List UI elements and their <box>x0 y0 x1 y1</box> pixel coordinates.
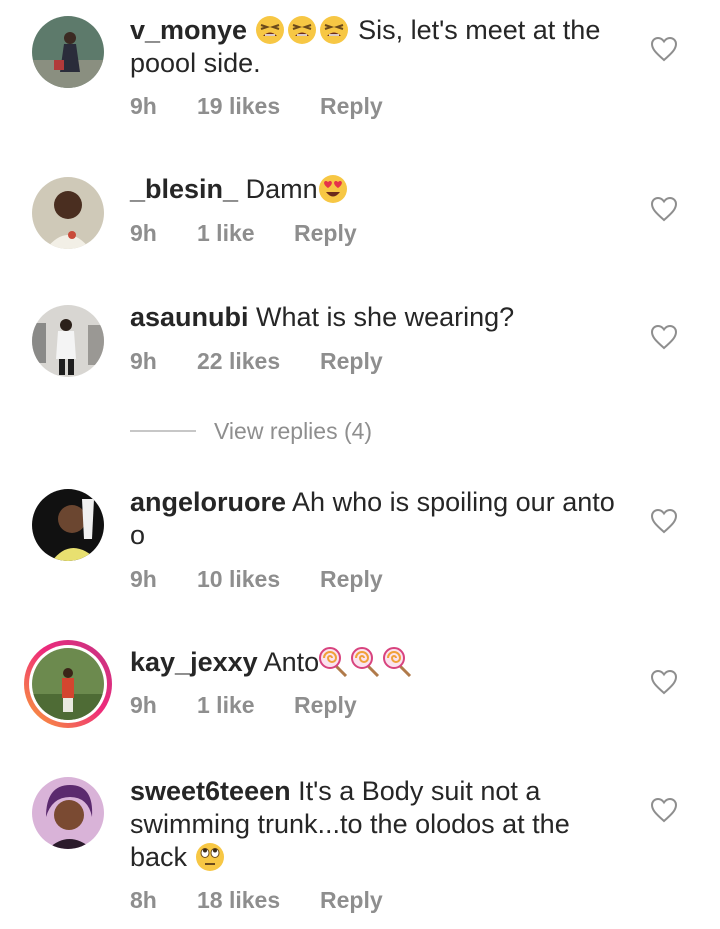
reply-button[interactable]: Reply <box>320 885 383 915</box>
heart-outline-icon[interactable] <box>650 196 678 222</box>
reply-button[interactable]: Reply <box>320 91 383 121</box>
timestamp: 9h <box>130 348 157 374</box>
likes-count[interactable]: 1 like <box>197 218 255 248</box>
likes-count[interactable]: 1 like <box>197 690 255 720</box>
avatar[interactable] <box>32 16 104 88</box>
heart-eyes-emoji <box>318 174 348 204</box>
divider <box>130 430 196 432</box>
likes-count[interactable]: 22 likes <box>197 346 280 376</box>
username[interactable]: v_monye <box>130 15 247 45</box>
heart-outline-icon[interactable] <box>650 36 678 62</box>
reply-button[interactable]: Reply <box>294 690 357 720</box>
likes-count[interactable]: 10 likes <box>197 564 280 594</box>
tired-face-emoji <box>287 15 317 45</box>
comment-body: Anto <box>257 647 320 677</box>
avatar[interactable] <box>32 305 104 377</box>
heart-outline-icon[interactable] <box>650 669 678 695</box>
avatar[interactable] <box>32 777 104 849</box>
comment-text: angeloruore Ah who is spoiling our anto … <box>130 486 630 552</box>
comment-text: sweet6teeen It's a Body suit not a swimm… <box>130 775 630 874</box>
view-replies-label[interactable]: View replies (4) <box>214 416 372 446</box>
view-replies[interactable]: View replies (4) <box>130 414 530 448</box>
reply-button[interactable]: Reply <box>320 564 383 594</box>
likes-count[interactable]: 18 likes <box>197 885 280 915</box>
avatar[interactable] <box>32 489 104 561</box>
eye-roll-emoji <box>195 842 225 872</box>
lollipop-emoji <box>319 647 349 677</box>
likes-count[interactable]: 19 likes <box>197 91 280 121</box>
profile-photo <box>32 648 104 720</box>
timestamp: 9h <box>130 93 157 119</box>
reply-button[interactable]: Reply <box>320 346 383 376</box>
timestamp: 8h <box>130 887 157 913</box>
username[interactable]: kay_jexxy <box>130 647 258 677</box>
timestamp: 9h <box>130 692 157 718</box>
username[interactable]: asaunubi <box>130 302 249 332</box>
lollipop-emoji <box>383 647 413 677</box>
comment-text: asaunubi What is she wearing? <box>130 301 630 334</box>
avatar[interactable] <box>32 177 104 249</box>
timestamp: 9h <box>130 566 157 592</box>
lollipop-emoji <box>351 647 381 677</box>
profile-photo <box>32 777 104 849</box>
heart-outline-icon[interactable] <box>650 508 678 534</box>
comment-body: What is she wearing? <box>248 302 515 332</box>
username[interactable]: _blesin_ <box>130 174 238 204</box>
profile-photo <box>32 177 104 249</box>
timestamp: 9h <box>130 220 157 246</box>
profile-photo <box>32 305 104 377</box>
avatar-with-story-ring[interactable] <box>24 640 112 728</box>
comment-text: _blesin_ Damn <box>130 173 630 206</box>
heart-outline-icon[interactable] <box>650 324 678 350</box>
profile-photo <box>32 16 104 88</box>
comment-text: v_monye Sis, let's meet at the poool sid… <box>130 14 630 80</box>
heart-outline-icon[interactable] <box>650 797 678 823</box>
username[interactable]: angeloruore <box>130 487 286 517</box>
tired-face-emoji <box>255 15 285 45</box>
comment-body: Damn <box>238 174 318 204</box>
reply-button[interactable]: Reply <box>294 218 357 248</box>
tired-face-emoji <box>319 15 349 45</box>
username[interactable]: sweet6teeen <box>130 776 291 806</box>
story-ring <box>29 645 107 723</box>
comment-text: kay_jexxy Anto <box>130 646 630 679</box>
profile-photo <box>32 489 104 561</box>
